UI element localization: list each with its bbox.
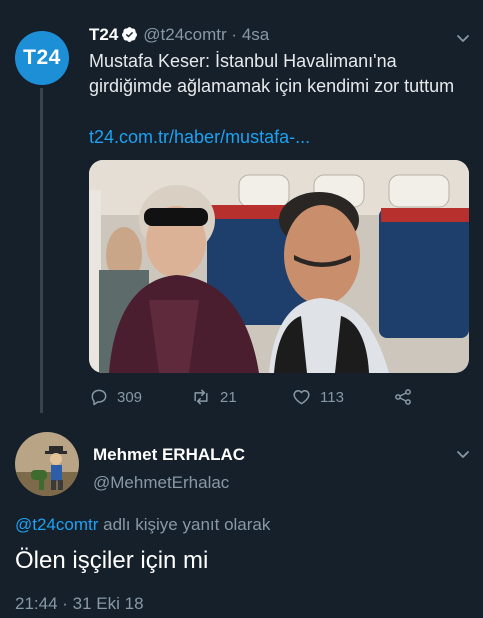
verified-badge-icon [122, 27, 138, 42]
tweet-time[interactable]: 4sa [242, 25, 269, 44]
t24-avatar-text: T24 [23, 46, 61, 69]
retweet-icon [194, 389, 208, 405]
chevron-down-icon[interactable] [455, 30, 471, 46]
tweet-author-handle[interactable]: @t24comtr [143, 25, 226, 44]
retweet-action[interactable]: 21 [190, 387, 237, 407]
reply-text: Ölen işçiler için mi [15, 547, 209, 574]
airplane-cabin-photo [89, 160, 469, 373]
reply-avatar-image [15, 432, 79, 496]
reply-timestamp[interactable]: 21:44 · 31 Eki 18 [15, 594, 144, 614]
replying-to-suffix: adlı kişiye yanıt olarak [103, 515, 271, 534]
like-action[interactable]: 113 [291, 387, 344, 407]
reply-count: 309 [117, 388, 143, 406]
retweet-count: 21 [220, 388, 237, 406]
reply-icon [91, 389, 107, 406]
tweet-link[interactable]: t24.com.tr/haber/mustafa-... [89, 127, 310, 148]
tweet-text: Mustafa Keser: İstanbul Havalimanı'na gi… [89, 51, 455, 96]
share-icon [395, 389, 411, 405]
replying-to-line: @t24comtr adlı kişiye yanıt olarak [15, 515, 270, 535]
reply-author-name[interactable]: Mehmet ERHALAC [93, 445, 245, 465]
reply-author-handle[interactable]: @MehmetErhalac [93, 473, 229, 493]
tweet-author-name[interactable]: T24 [89, 25, 118, 44]
like-count: 113 [320, 388, 344, 406]
tweet-photo[interactable] [89, 160, 469, 373]
reply-author-avatar[interactable] [15, 432, 79, 496]
like-icon [293, 390, 310, 405]
tweet-header: T24 @t24comtr · 4sa [89, 25, 269, 45]
share-action[interactable] [393, 387, 421, 407]
reply-action[interactable]: 309 [89, 387, 142, 407]
replying-to-handle[interactable]: @t24comtr [15, 515, 98, 534]
header-separator: · [231, 25, 238, 44]
t24-avatar[interactable]: T24 [15, 31, 69, 85]
thread-line [40, 88, 43, 413]
chevron-down-icon[interactable] [455, 446, 471, 462]
